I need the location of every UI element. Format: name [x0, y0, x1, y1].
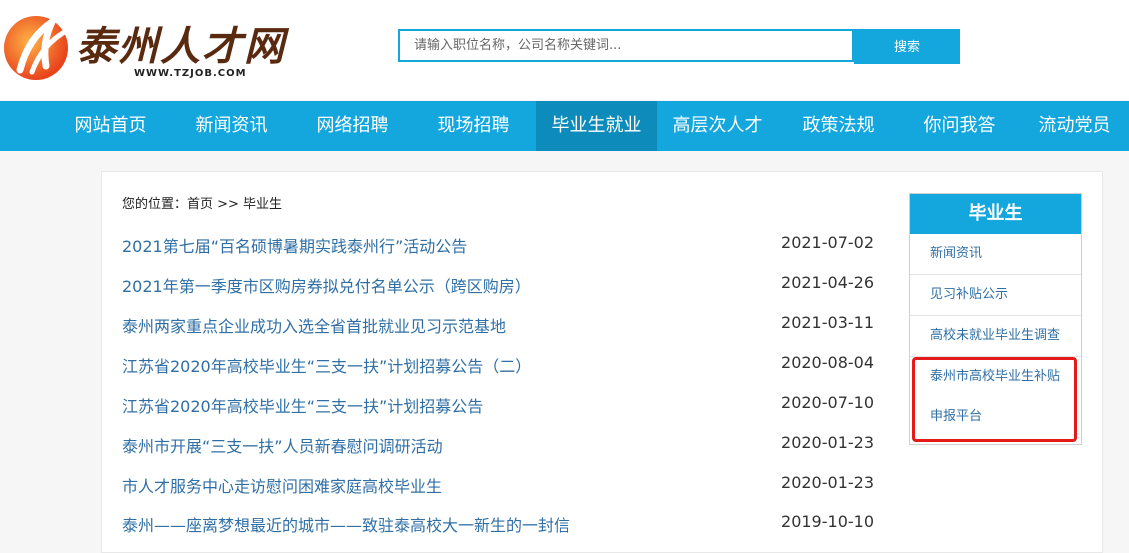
- main-nav: 网站首页 新闻资讯 网络招聘 现场招聘 毕业生就业 高层次人才 政策法规 你问我…: [0, 101, 1129, 151]
- news-date: 2020-01-23: [781, 473, 874, 492]
- news-title[interactable]: 市人才服务中心走访慰问困难家庭高校毕业生: [122, 473, 442, 497]
- nav-item-party[interactable]: 流动党员: [1020, 101, 1129, 151]
- news-date: 2020-01-23: [781, 433, 874, 452]
- news-date: 2021-07-02: [781, 233, 874, 252]
- news-title[interactable]: 江苏省2020年高校毕业生“三支一扶”计划招募公告: [122, 393, 483, 417]
- search-input[interactable]: [398, 29, 854, 62]
- site-logo[interactable]: 泰州人才网 WWW.TZJOB.COM: [2, 8, 284, 88]
- nav-item-qa[interactable]: 你问我答: [899, 101, 1020, 151]
- logo-url: WWW.TZJOB.COM: [134, 68, 247, 79]
- nav-item-talent[interactable]: 高层次人才: [657, 101, 778, 151]
- news-title[interactable]: 2021第七届“百名硕博暑期实践泰州行”活动公告: [122, 233, 467, 257]
- logo-text: 泰州人才网: [76, 23, 286, 70]
- header: 泰州人才网 WWW.TZJOB.COM 搜索: [0, 0, 1129, 100]
- news-row[interactable]: 泰州——座离梦想最近的城市——致驻泰高校大一新生的一封信 2019-10-10: [122, 512, 874, 536]
- breadcrumb: 您的位置：首页 >> 毕业生: [122, 197, 283, 212]
- nav-item-home[interactable]: 网站首页: [50, 101, 171, 151]
- news-date: 2021-03-11: [781, 313, 874, 332]
- search-button[interactable]: 搜索: [854, 29, 960, 64]
- news-title[interactable]: 2021年第一季度市区购房券拟兑付名单公示（跨区购房）: [122, 273, 531, 297]
- news-date: 2019-10-10: [781, 512, 874, 531]
- news-row[interactable]: 泰州市开展“三支一扶”人员新春慰问调研活动 2020-01-23: [122, 433, 874, 457]
- news-date: 2020-07-10: [781, 393, 874, 412]
- sidebar-item-news[interactable]: 新闻资讯: [910, 234, 1081, 275]
- news-title[interactable]: 泰州两家重点企业成功入选全省首批就业见习示范基地: [122, 313, 506, 337]
- nav-item-online-recruit[interactable]: 网络招聘: [292, 101, 413, 151]
- news-title[interactable]: 泰州市开展“三支一扶”人员新春慰问调研活动: [122, 433, 443, 457]
- news-row[interactable]: 泰州两家重点企业成功入选全省首批就业见习示范基地 2021-03-11: [122, 313, 874, 337]
- nav-item-policy[interactable]: 政策法规: [778, 101, 899, 151]
- news-date: 2020-08-04: [781, 353, 874, 372]
- news-date: 2021-04-26: [781, 273, 874, 292]
- news-row[interactable]: 江苏省2020年高校毕业生“三支一扶”计划招募公告 2020-07-10: [122, 393, 874, 417]
- nav-item-graduate[interactable]: 毕业生就业: [536, 101, 657, 151]
- news-row[interactable]: 2021年第一季度市区购房券拟兑付名单公示（跨区购房） 2021-04-26: [122, 273, 874, 297]
- sidebar-item-internship-subsidy[interactable]: 见习补贴公示: [910, 275, 1081, 316]
- logo-emblem-icon: [4, 11, 71, 80]
- highlight-box: [912, 357, 1077, 442]
- nav-item-news[interactable]: 新闻资讯: [171, 101, 292, 151]
- news-row[interactable]: 江苏省2020年高校毕业生“三支一扶”计划招募公告（二） 2020-08-04: [122, 353, 874, 377]
- news-title[interactable]: 泰州——座离梦想最近的城市——致驻泰高校大一新生的一封信: [122, 512, 570, 536]
- sidebar-item-unemployed-survey[interactable]: 高校未就业毕业生调查: [910, 316, 1081, 357]
- nav-item-onsite-recruit[interactable]: 现场招聘: [413, 101, 534, 151]
- news-title[interactable]: 江苏省2020年高校毕业生“三支一扶”计划招募公告（二）: [122, 353, 531, 377]
- news-row[interactable]: 2021第七届“百名硕博暑期实践泰州行”活动公告 2021-07-02: [122, 233, 874, 257]
- news-row[interactable]: 市人才服务中心走访慰问困难家庭高校毕业生 2020-01-23: [122, 473, 874, 497]
- sidebar-title: 毕业生: [910, 194, 1081, 234]
